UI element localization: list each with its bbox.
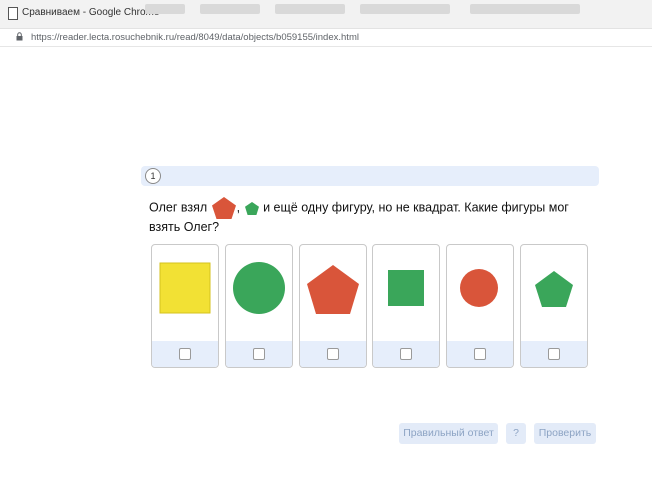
option-shape [226,245,292,341]
task-number-bar: 1 [141,166,599,186]
blurred-toolbar-item [470,4,580,14]
option-card-green-circle[interactable] [225,244,293,368]
page-icon [8,7,18,20]
question-text: Олег взял , и ещё одну фигуру, но не ква… [149,196,589,234]
address-bar[interactable]: https://reader.lecta.rosuchebnik.ru/read… [0,29,652,47]
help-button[interactable]: ? [506,423,526,444]
option-checkbox[interactable] [179,348,191,360]
url-text[interactable]: https://reader.lecta.rosuchebnik.ru/read… [31,32,359,43]
option-shape [373,245,439,341]
option-checkbox[interactable] [253,348,265,360]
option-card-red-circle[interactable] [446,244,514,368]
option-checkbox[interactable] [400,348,412,360]
red-circle-icon [460,269,498,307]
red-pentagon-icon [307,265,359,314]
green-pentagon-icon [535,271,573,307]
blurred-toolbar-item [145,4,185,14]
correct-answer-button[interactable]: Правильный ответ [399,423,498,444]
blurred-toolbar-item [275,4,345,14]
check-button[interactable]: Проверить [534,423,596,444]
green-circle-icon [233,262,285,314]
option-card-green-pentagon[interactable] [520,244,588,368]
window-title-bar: Сравниваем - Google Chrome [0,0,652,29]
yellow-square-icon [159,262,211,314]
option-checkbox[interactable] [548,348,560,360]
option-shape [152,245,218,341]
option-checkbox[interactable] [327,348,339,360]
option-shape [300,245,366,341]
lock-icon [16,32,23,41]
question-part-1: Олег взял [149,200,208,215]
blurred-toolbar-item [360,4,450,14]
option-card-red-pentagon[interactable] [299,244,367,368]
option-shape [447,245,513,341]
red-pentagon-icon [211,197,236,219]
option-card-yellow-square[interactable] [151,244,219,368]
option-card-green-square[interactable] [372,244,440,368]
task-number: 1 [145,168,161,184]
green-pentagon-icon [244,201,259,215]
green-square-icon [388,270,424,306]
option-shape [521,245,587,341]
blurred-toolbar-item [200,4,260,14]
question-part-2: , [236,200,241,215]
window-title: Сравниваем - Google Chrome [22,7,160,18]
option-checkbox[interactable] [474,348,486,360]
